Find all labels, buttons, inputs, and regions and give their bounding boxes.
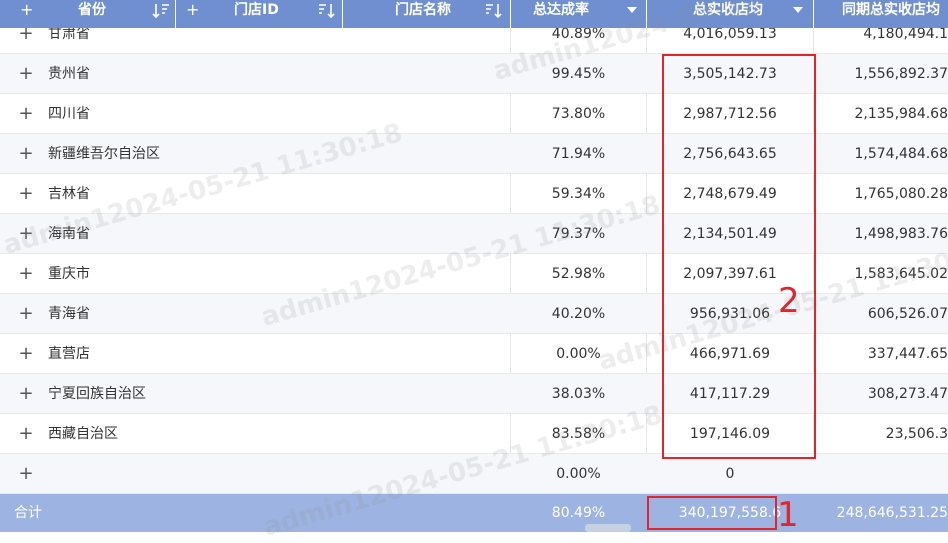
total-row: 合计 80.49% 340,197,558.6 248,646,531.25 — [0, 494, 948, 532]
header-actual-label: 总实收店均 — [693, 2, 763, 18]
dropdown-caret-icon[interactable] — [621, 0, 643, 24]
expand-row-icon[interactable]: + — [18, 254, 34, 294]
rate-cell: 52.98% — [551, 266, 606, 282]
dropdown-caret-icon[interactable] — [787, 0, 809, 24]
province-cell: 西藏自治区 — [48, 426, 118, 442]
header-store-name-label: 门店名称 — [395, 2, 451, 18]
annotation-number-1: 1 — [777, 495, 799, 535]
header-store-name[interactable]: 门店名称 — [343, 0, 511, 28]
expand-row-icon[interactable]: + — [18, 374, 34, 414]
pivot-table: + 甘肃省 40.89% 4,016,059.13 4,180,494.1 + 贵州省 99.… — [0, 0, 948, 543]
header-actual[interactable]: 总实收店均 — [647, 0, 814, 28]
table-row: +0.00% 0 — [0, 454, 948, 494]
annotation-number-2: 2 — [778, 281, 800, 321]
sort-desc-icon[interactable] — [150, 0, 172, 26]
expand-row-icon[interactable]: + — [18, 54, 34, 94]
province-cell: 新疆维吾尔自治区 — [48, 146, 160, 162]
prev-cell: 1,765,080.28 — [854, 186, 948, 202]
header-rate[interactable]: 总达成率 — [511, 0, 647, 28]
province-cell: 贵州省 — [48, 66, 90, 82]
prev-cell: 606,526.07 — [867, 306, 948, 322]
expand-row-icon[interactable]: + — [18, 94, 34, 134]
expand-all-icon[interactable]: + — [20, 0, 33, 20]
province-cell: 青海省 — [48, 306, 90, 322]
rate-cell: 59.34% — [551, 186, 606, 202]
header-prev-label: 同期总实收店均 — [842, 2, 940, 18]
prev-cell: 337,447.65 — [867, 346, 948, 362]
total-label: 合计 — [14, 505, 42, 521]
rate-cell: 40.20% — [551, 306, 606, 322]
header-store-id[interactable]: + 门店ID — [176, 0, 343, 28]
province-cell: 宁夏回族自治区 — [48, 386, 146, 402]
header-province[interactable]: + 省份 — [0, 0, 176, 28]
table-header: + 省份 + 门店ID 门店名称 总达成率 总实收店均 同期总实收店均 — [0, 0, 948, 28]
total-prev: 248,646,531.25 — [836, 505, 948, 521]
rate-cell: 83.58% — [551, 426, 606, 442]
rate-cell: 99.45% — [551, 66, 606, 82]
rate-cell: 71.94% — [551, 146, 606, 162]
expand-row-icon[interactable]: + — [18, 414, 34, 454]
rate-cell: 38.03% — [551, 386, 606, 402]
header-prev[interactable]: 同期总实收店均 — [814, 0, 948, 28]
rate-cell: 0.00% — [556, 466, 601, 482]
expand-row-icon[interactable]: + — [18, 174, 34, 214]
expand-row-icon[interactable]: + — [18, 134, 34, 174]
header-rate-label: 总达成率 — [533, 2, 589, 18]
annotation-box-2 — [662, 54, 816, 459]
prev-cell: 1,556,892.37 — [854, 66, 948, 82]
expand-store-icon[interactable]: + — [186, 0, 199, 20]
annotation-box-1 — [647, 496, 777, 530]
rate-cell: 73.80% — [551, 106, 606, 122]
prev-cell — [814, 454, 948, 494]
prev-cell: 23,506.3 — [885, 426, 948, 442]
horizontal-scrollbar-thumb[interactable] — [585, 524, 631, 532]
rate-cell: 79.37% — [551, 226, 606, 242]
expand-row-icon[interactable]: + — [18, 214, 34, 254]
prev-cell: 1,583,645.02 — [854, 266, 948, 282]
sort-icon[interactable] — [483, 0, 505, 26]
prev-cell: 1,574,484.68 — [854, 146, 948, 162]
province-cell: 吉林省 — [48, 186, 90, 202]
expand-row-icon[interactable]: + — [18, 294, 34, 334]
expand-row-icon[interactable]: + — [18, 334, 34, 374]
province-cell: 海南省 — [48, 226, 90, 242]
header-province-label: 省份 — [78, 2, 106, 18]
prev-cell: 1,498,983.76 — [854, 226, 948, 242]
province-cell: 直营店 — [48, 346, 90, 362]
sort-icon[interactable] — [316, 0, 338, 26]
rate-cell: 0.00% — [556, 346, 601, 362]
actual-cell: 0 — [725, 466, 735, 482]
header-store-id-label: 门店ID — [234, 2, 279, 18]
expand-row-icon[interactable]: + — [18, 454, 34, 494]
prev-cell: 2,135,984.68 — [854, 106, 948, 122]
prev-cell: 308,273.47 — [867, 386, 948, 402]
province-cell: 四川省 — [48, 106, 90, 122]
province-cell: 重庆市 — [48, 266, 90, 282]
